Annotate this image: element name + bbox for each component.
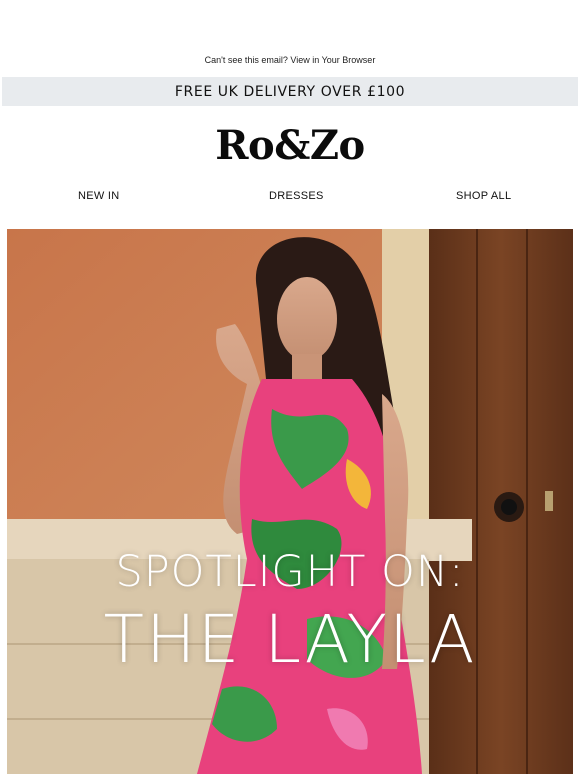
promo-text: FREE UK DELIVERY OVER £100 [174,83,406,100]
hero-banner[interactable]: SPOTLIGHT ON: THE LAYLA [7,229,573,774]
view-in-browser-link[interactable]: Can't see this email? View in Your Brows… [205,55,376,65]
main-nav: NEW IN DRESSES SHOP ALL [0,190,580,210]
hero-image [7,229,573,774]
promo-banner: FREE UK DELIVERY OVER £100 [2,77,578,106]
hero-title-line-2: THE LAYLA [103,601,477,678]
brand-logo[interactable]: Ro&Zo [0,118,580,174]
preheader: Can't see this email? View in Your Brows… [0,55,580,65]
hero-title-line-1: SPOTLIGHT ON: [115,547,465,597]
nav-item-shop-all[interactable]: SHOP ALL [456,190,511,202]
nav-item-new-in[interactable]: NEW IN [78,190,120,202]
nav-item-dresses[interactable]: DRESSES [269,190,324,202]
email-page: Can't see this email? View in Your Brows… [0,0,580,774]
